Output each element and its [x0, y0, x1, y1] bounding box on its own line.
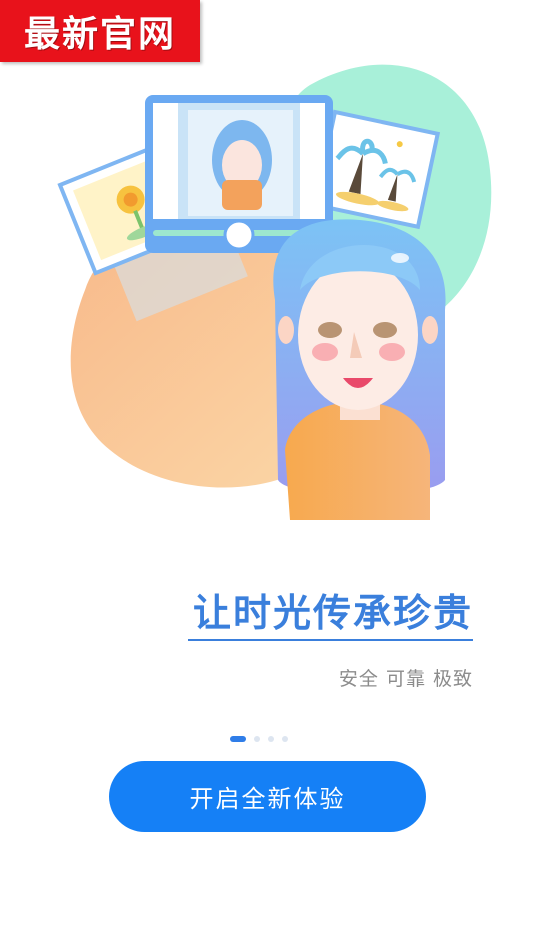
pager-dot-3[interactable]	[268, 736, 274, 742]
hero-illustration	[57, 64, 492, 520]
hero-subtitle: 安全 可靠 极致	[338, 668, 473, 690]
title-underline	[188, 639, 473, 641]
hero-title: 让时光传承珍贵	[192, 591, 473, 635]
girl-character	[273, 219, 446, 520]
pager-indicator	[230, 735, 288, 743]
start-experience-button[interactable]: 开启全新体验	[109, 761, 426, 832]
pager-dot-4[interactable]	[282, 736, 288, 742]
palm-photo-card	[312, 109, 441, 230]
pager-dot-1[interactable]	[230, 736, 246, 742]
pager-dot-2[interactable]	[254, 736, 260, 742]
